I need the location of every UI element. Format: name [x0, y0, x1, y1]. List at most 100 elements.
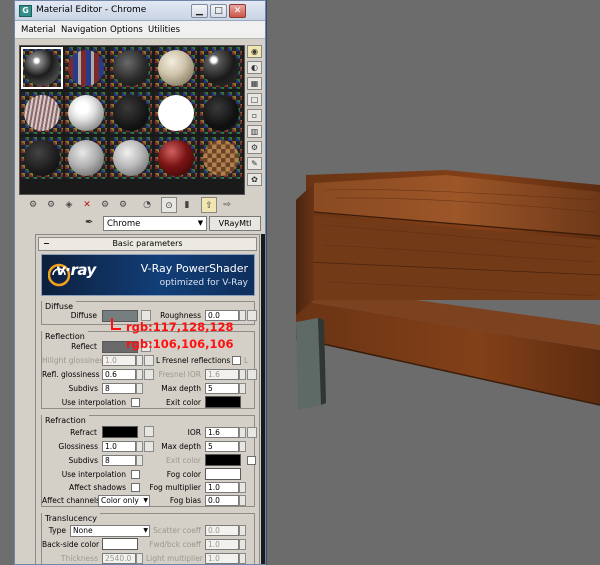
go-to-parent-icon[interactable]: ⇧	[201, 197, 217, 213]
max-depth-label: Max depth	[161, 442, 201, 451]
glossiness-map-button[interactable]	[144, 441, 154, 452]
refl-gloss-map-button[interactable]	[144, 369, 154, 380]
fresnel-reflections-label: Fresnel reflections	[162, 356, 231, 365]
menu-material[interactable]: Material	[21, 25, 56, 35]
refl-glossiness-spinner[interactable]: 0.6	[102, 369, 143, 380]
translucency-group: Translucency Type None ▼ Scatter coeff 0.…	[41, 513, 255, 564]
minimize-icon[interactable]: ▁	[191, 4, 208, 18]
assign-material-icon[interactable]: ◈	[61, 197, 77, 213]
thickness-spinner[interactable]: 2540.0	[102, 553, 143, 564]
sample-slot[interactable]	[110, 47, 152, 89]
rollout-scrollbar[interactable]	[261, 234, 265, 564]
roughness-map-button[interactable]	[247, 310, 257, 321]
affect-channels-label: Affect channels	[42, 496, 100, 505]
ior-label: IOR	[187, 428, 201, 437]
3ds-max-icon: G	[19, 5, 32, 17]
sample-slot[interactable]	[110, 137, 152, 179]
make-unique-icon[interactable]: ⚙	[97, 197, 113, 213]
max-depth-spinner[interactable]: 5	[205, 441, 246, 452]
menu-options[interactable]: Options	[110, 25, 143, 35]
group-title: Refraction	[42, 415, 89, 427]
light-multiplier-spinner[interactable]: 1.0	[205, 553, 246, 564]
show-end-result-icon[interactable]: ▮	[179, 197, 195, 213]
sample-slot[interactable]	[65, 137, 107, 179]
exit-color-checkbox[interactable]	[247, 456, 256, 465]
material-toolbar: ⚙ ⚙ ◈ ✕ ⚙ ⚙ ◔ ⊙ ▮ ⇧ ⇨	[19, 197, 263, 215]
use-interpolation-checkbox[interactable]	[131, 398, 140, 407]
affect-shadows-label: Affect shadows	[68, 483, 126, 492]
subdivs-spinner[interactable]: 8	[102, 455, 143, 466]
menu-navigation[interactable]: Navigation	[61, 25, 107, 35]
sample-slot[interactable]	[65, 92, 107, 134]
material-name-input[interactable]: Chrome ▼	[103, 216, 207, 231]
close-icon[interactable]: ✕	[229, 4, 246, 18]
exit-color-swatch[interactable]	[205, 454, 241, 466]
lock-label[interactable]: L	[156, 356, 160, 366]
vray-title: V-Ray PowerShader	[140, 262, 248, 275]
subdivs-spinner[interactable]: 8	[102, 383, 143, 394]
hilight-map-button[interactable]	[144, 355, 154, 366]
use-interpolation-label: Use interpolation	[61, 398, 126, 407]
fresnel-ior-spinner[interactable]: 1.6	[205, 369, 246, 380]
title-bar[interactable]: G Material Editor - Chrome ▁ □ ✕	[15, 1, 265, 21]
fresnel-reflections-checkbox[interactable]	[232, 356, 241, 365]
fresnel-ior-map-button[interactable]	[247, 369, 257, 380]
sample-slot[interactable]	[200, 92, 242, 134]
annotation-connector	[111, 318, 121, 330]
refract-color-swatch[interactable]	[102, 426, 138, 438]
back-side-color-swatch[interactable]	[102, 538, 138, 550]
collapse-icon[interactable]: −	[43, 238, 50, 250]
material-id-icon[interactable]: ◔	[139, 197, 155, 213]
scatter-coeff-spinner[interactable]: 0.0	[205, 525, 246, 536]
fwd-bck-coeff-spinner[interactable]: 1.0	[205, 539, 246, 550]
fog-bias-spinner[interactable]: 0.0	[205, 495, 246, 506]
affect-channels-select[interactable]: Color only ▼	[98, 495, 150, 507]
select-by-material-icon[interactable]: ✎	[247, 157, 262, 170]
chevron-down-icon[interactable]: ▼	[196, 218, 205, 229]
sample-slot[interactable]	[200, 47, 242, 89]
affect-shadows-checkbox[interactable]	[131, 483, 140, 492]
sample-slot[interactable]	[155, 47, 197, 89]
put-to-scene-icon[interactable]: ⚙	[43, 197, 59, 213]
options-icon[interactable]: ⚙	[247, 141, 262, 154]
max-depth-spinner[interactable]: 5	[205, 383, 246, 394]
exit-color-swatch[interactable]	[205, 396, 241, 408]
use-interpolation-checkbox[interactable]	[131, 470, 140, 479]
show-map-icon[interactable]: ⊙	[161, 197, 177, 213]
backlight-icon[interactable]: ◐	[247, 61, 262, 74]
make-preview-icon[interactable]: ▥	[247, 125, 262, 138]
sample-slot[interactable]	[21, 137, 63, 179]
sample-slot[interactable]	[65, 47, 107, 89]
fwd-bck-coeff-label: Fwd/bck coeff	[149, 540, 201, 549]
sample-slot[interactable]	[155, 92, 197, 134]
sample-uv-tiling-icon[interactable]: □	[247, 93, 262, 106]
material-map-navigator-icon[interactable]: ✿	[247, 173, 262, 186]
get-material-icon[interactable]: ⚙	[25, 197, 41, 213]
glossiness-spinner[interactable]: 1.0	[102, 441, 143, 452]
pick-material-icon[interactable]: ✒	[85, 217, 93, 228]
background-icon[interactable]: ▦	[247, 77, 262, 90]
rollout-header[interactable]: − Basic parameters	[38, 237, 257, 251]
video-color-check-icon[interactable]: ▫	[247, 109, 262, 122]
fog-multiplier-spinner[interactable]: 1.0	[205, 482, 246, 493]
ior-map-button[interactable]	[247, 427, 257, 438]
translucency-type-select[interactable]: None ▼	[70, 525, 150, 537]
maximize-icon[interactable]: □	[210, 4, 227, 18]
go-forward-sibling-icon[interactable]: ⇨	[219, 197, 235, 213]
refract-map-button[interactable]	[144, 426, 154, 437]
fog-color-swatch[interactable]	[205, 468, 241, 480]
menu-utilities[interactable]: Utilities	[148, 25, 180, 35]
reset-map-icon[interactable]: ✕	[79, 197, 95, 213]
sample-slot[interactable]	[21, 47, 63, 89]
ior-spinner[interactable]: 1.6	[205, 427, 246, 438]
put-to-library-icon[interactable]: ⚙	[115, 197, 131, 213]
sample-slot[interactable]	[200, 137, 242, 179]
hilight-glossiness-spinner[interactable]: 1.0	[102, 355, 143, 366]
sample-type-icon[interactable]: ◉	[247, 45, 262, 58]
sample-slot[interactable]	[21, 92, 63, 134]
viewport[interactable]	[266, 0, 600, 565]
sample-slot[interactable]	[110, 92, 152, 134]
sample-slots	[19, 45, 245, 195]
material-type-button[interactable]: VRayMtl	[209, 216, 261, 231]
sample-slot[interactable]	[155, 137, 197, 179]
